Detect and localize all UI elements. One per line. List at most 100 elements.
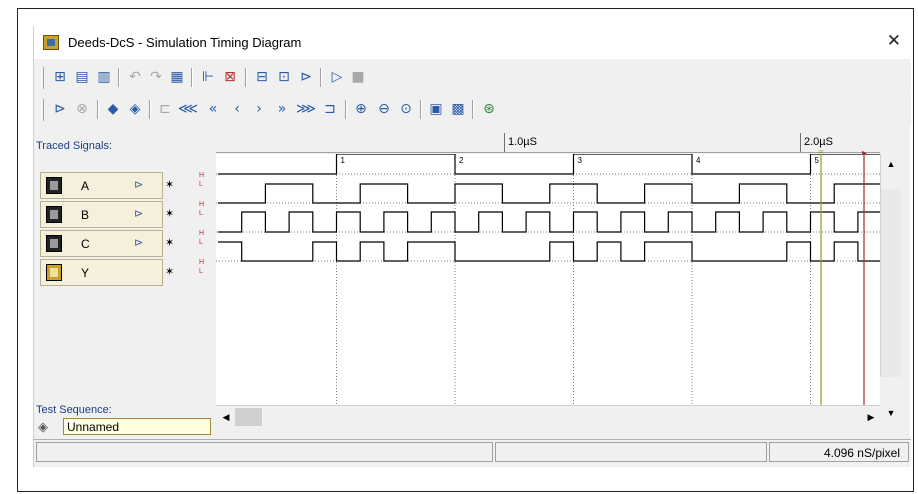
- signal-expand-icon[interactable]: ✶: [165, 178, 174, 191]
- input-arrow-icon: ⊳: [134, 208, 144, 220]
- cycle-label: 3: [578, 156, 583, 165]
- cycle-label: 4: [696, 156, 701, 165]
- cycle-label: 1: [341, 156, 346, 165]
- signal-add-icon[interactable]: ⊩: [198, 66, 218, 88]
- ruler-label: 2.0µS: [804, 136, 833, 148]
- window-title: Deeds-DcS - Simulation Timing Diagram: [68, 35, 302, 50]
- status-cell-resolution: 4.096 nS/pixel: [769, 442, 909, 462]
- signals-panel: Traced Signals: A ⊳ ✶ HL B ⊳ ✶ HL C ⊳ ✶ …: [34, 127, 216, 457]
- signal-name: C: [81, 237, 90, 251]
- signal-row-b[interactable]: B ⊳: [40, 201, 163, 228]
- status-resolution: 4.096 nS/pixel: [823, 446, 900, 460]
- input-signal-icon: [46, 206, 62, 223]
- step-forward-icon[interactable]: ◈: [125, 98, 145, 120]
- toolbar-grip[interactable]: [41, 99, 44, 121]
- table-in-icon[interactable]: ▣: [426, 98, 446, 120]
- test-sequence-icon: ◈: [38, 419, 48, 434]
- rewind-icon[interactable]: «: [203, 98, 223, 120]
- probe-select-icon[interactable]: ⊳: [50, 98, 70, 120]
- redo-icon[interactable]: ↷: [146, 66, 166, 88]
- waveform-c: [218, 211, 880, 233]
- signal-remove-icon[interactable]: ⊠: [220, 66, 240, 88]
- vertical-scrollbar[interactable]: ▲ ▼: [880, 154, 901, 418]
- toolbar-separator: [472, 100, 474, 119]
- level-indicator: HL: [199, 229, 204, 247]
- scroll-left-arrow[interactable]: ◀: [216, 407, 236, 427]
- signal-expand-icon[interactable]: ✶: [165, 265, 174, 278]
- toolbar-main: ⊞ ▤ ▥ ↶ ↷ ▦ ⊩ ⊠ ⊟ ⊡ ⊳ ▷ ■: [34, 63, 911, 93]
- undo-icon[interactable]: ↶: [125, 66, 145, 88]
- scroll-down-arrow[interactable]: ▼: [881, 403, 901, 423]
- toolbar-separator: [420, 100, 422, 119]
- input-arrow-icon: ⊳: [134, 237, 144, 249]
- vertical-scroll-thumb[interactable]: [881, 189, 901, 377]
- input-arrow-icon: ⊳: [134, 179, 144, 191]
- scroll-up-arrow[interactable]: ▲: [881, 154, 901, 174]
- document-icon[interactable]: ▤: [72, 66, 92, 88]
- timing-panel: Traced Signals: A ⊳ ✶ HL B ⊳ ✶ HL C ⊳ ✶ …: [34, 127, 911, 457]
- signal-name: B: [81, 208, 90, 222]
- cycle-label: 2: [459, 156, 464, 165]
- level-high: H: [199, 172, 205, 179]
- status-cell: [36, 442, 493, 462]
- signal-row-y[interactable]: Y: [40, 259, 163, 286]
- document-save-icon[interactable]: ▥: [94, 66, 114, 88]
- close-button[interactable]: ✕: [887, 31, 901, 51]
- zoom-fit-icon[interactable]: ⊙: [396, 98, 416, 120]
- ruler-end-icon[interactable]: ⊐: [320, 98, 340, 120]
- toolbar-separator: [245, 68, 247, 87]
- horizontal-scroll-thumb[interactable]: [235, 408, 262, 426]
- level-low: L: [199, 181, 203, 188]
- grid-icon[interactable]: ⊟: [252, 66, 272, 88]
- level-high: H: [199, 259, 205, 266]
- chart-icon[interactable]: ⊡: [274, 66, 294, 88]
- input-signal-icon: [46, 177, 62, 194]
- stop-icon[interactable]: ■: [348, 66, 368, 88]
- fast-rewind-icon[interactable]: ⋘: [178, 98, 198, 120]
- step-left-icon[interactable]: ‹: [227, 98, 247, 120]
- toolbar-separator: [149, 100, 151, 119]
- horizontal-scrollbar[interactable]: ◀ ▶: [216, 405, 880, 427]
- signal-row-c[interactable]: C ⊳: [40, 230, 163, 257]
- signal-expand-icon[interactable]: ✶: [165, 207, 174, 220]
- settings-icon[interactable]: ⊛: [479, 98, 499, 120]
- toolbar-grip[interactable]: [41, 67, 44, 89]
- circuit-icon[interactable]: ⊞: [50, 66, 70, 88]
- step-right-icon[interactable]: ›: [249, 98, 269, 120]
- time-ruler: 1.0µS 2.0µS ≡ ▸: [216, 133, 880, 159]
- fast-forward-icon[interactable]: ⋙: [296, 98, 316, 120]
- probe-icon[interactable]: ⊳: [296, 66, 316, 88]
- step-back-icon[interactable]: ◆: [103, 98, 123, 120]
- waveform-a: [218, 154, 880, 175]
- probe-clear-icon[interactable]: ⊗: [72, 98, 92, 120]
- ruler-icon[interactable]: ⊏: [155, 98, 175, 120]
- title-bar: Deeds-DcS - Simulation Timing Diagram ✕: [34, 26, 911, 59]
- table-out-icon[interactable]: ▩: [448, 98, 468, 120]
- level-low: L: [199, 268, 203, 275]
- ruler-label: 1.0µS: [508, 136, 537, 148]
- level-high: H: [199, 230, 205, 237]
- toolbar-navigation: ⊳ ⊗ ◆ ◈ ⊏ ⋘ « ‹ › » ⋙ ⊐ ⊕ ⊖ ⊙ ▣ ▩ ⊛: [34, 95, 911, 125]
- play-icon[interactable]: ▷: [327, 66, 347, 88]
- zoom-in-icon[interactable]: ⊕: [351, 98, 371, 120]
- toolbar-separator: [97, 100, 99, 119]
- output-signal-icon: [46, 264, 62, 281]
- waveform-canvas[interactable]: 1 2 3 4 5: [216, 154, 880, 405]
- test-sequence-input[interactable]: [63, 418, 211, 435]
- signal-expand-icon[interactable]: ✶: [165, 236, 174, 249]
- toolbar-separator: [118, 68, 120, 87]
- level-low: L: [199, 210, 203, 217]
- scroll-right-arrow[interactable]: ▶: [861, 407, 881, 427]
- level-indicator: HL: [199, 200, 204, 218]
- level-high: H: [199, 201, 205, 208]
- signal-row-a[interactable]: A ⊳: [40, 172, 163, 199]
- zoom-out-icon[interactable]: ⊖: [374, 98, 394, 120]
- ruler-major-tick: [504, 133, 505, 152]
- toolbar-separator: [345, 100, 347, 119]
- level-indicator: HL: [199, 171, 204, 189]
- waveform-y: [218, 241, 880, 262]
- forward-icon[interactable]: »: [272, 98, 292, 120]
- timing-diagram[interactable]: 1 2 3 4 5: [216, 154, 880, 405]
- clipboard-icon[interactable]: ▦: [167, 66, 187, 88]
- signal-name: A: [81, 179, 90, 193]
